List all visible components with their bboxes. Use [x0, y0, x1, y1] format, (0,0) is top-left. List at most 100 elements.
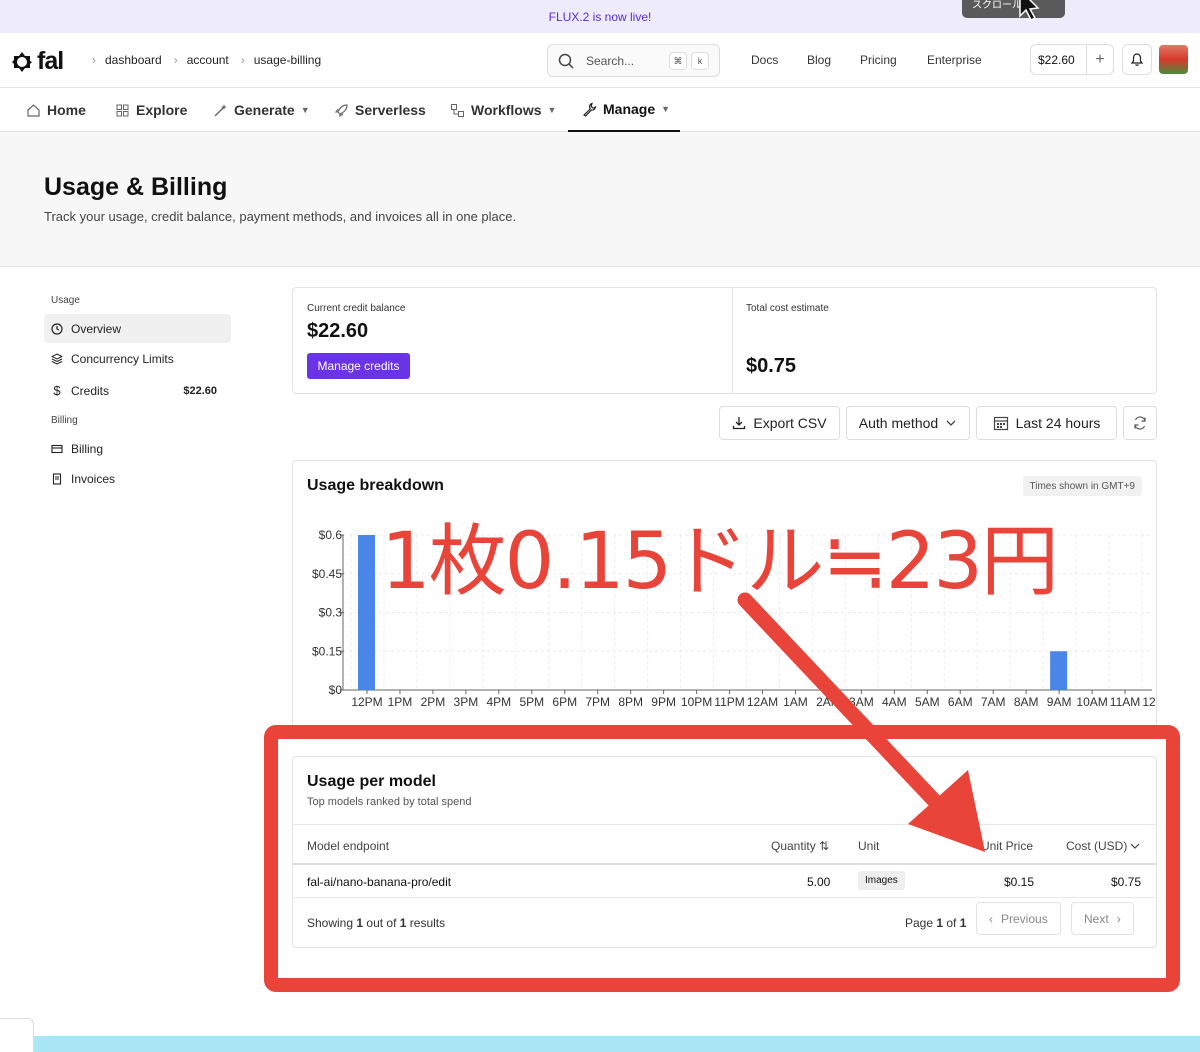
notifications-button[interactable] — [1122, 44, 1152, 75]
grid-icon — [116, 104, 129, 116]
nav-serverless[interactable]: Serverless — [334, 88, 426, 132]
sidebar-item-concurrency-limits[interactable]: Concurrency Limits — [44, 344, 231, 373]
nav-blog[interactable]: Blog — [807, 53, 831, 67]
cost-estimate-label: Total cost estimate — [746, 303, 829, 314]
breadcrumb-usage-billing[interactable]: usage-billing — [254, 53, 321, 67]
kbd-cmd: ⌘ — [669, 52, 687, 70]
credits-value: $22.60 — [183, 384, 217, 397]
page-subtitle: Track your usage, credit balance, paymen… — [44, 209, 517, 224]
x-tick-label: 4PM — [486, 695, 511, 709]
wand-icon — [214, 103, 227, 116]
x-tick-label: 11AM — [1110, 695, 1140, 709]
sidebar-item-credits[interactable]: $ Credits $22.60 — [44, 376, 231, 405]
banner-text[interactable]: FLUX.2 is now live! — [549, 10, 652, 24]
search-placeholder: Search... — [586, 53, 635, 68]
nav-pricing[interactable]: Pricing — [860, 53, 897, 67]
breadcrumb-account[interactable]: account — [187, 53, 229, 67]
bell-icon — [1131, 53, 1143, 66]
breadcrumb-dashboard[interactable]: dashboard — [105, 53, 162, 67]
search-input[interactable]: Search... ⌘ k — [547, 44, 720, 77]
x-tick-label: 11PM — [714, 695, 744, 709]
credit-summary-card: Current credit balance $22.60 Manage cre… — [292, 287, 1157, 394]
chevron-down-icon: ▼ — [547, 105, 557, 115]
layers-icon — [51, 352, 63, 365]
main-nav: Home Explore Generate ▼ Serverless Workf… — [0, 88, 1200, 132]
sidebar-item-invoices[interactable]: Invoices — [44, 464, 231, 493]
export-csv-button[interactable]: Export CSV — [719, 406, 840, 440]
x-tick-label: 8PM — [618, 695, 643, 709]
nav-manage[interactable]: Manage ▼ — [568, 88, 680, 132]
x-tick-label: 9AM — [1047, 695, 1072, 709]
y-tick-label: $0.3 — [319, 606, 343, 620]
x-tick-label: 8AM — [1014, 695, 1039, 709]
x-tick-label: 10PM — [681, 695, 712, 709]
page-title: Usage & Billing — [44, 173, 228, 201]
sidebar-group-usage: Usage — [51, 295, 80, 306]
calendar-icon — [993, 416, 1008, 431]
x-tick-label: 5AM — [915, 695, 940, 709]
breadcrumb: › dashboard › account › usage-billing — [92, 53, 333, 67]
credit-balance-value: $22.60 — [307, 320, 369, 342]
timezone-badge: Times shown in GMT+9 — [1022, 476, 1142, 496]
sidebar-item-billing[interactable]: Billing — [44, 434, 231, 463]
x-tick-label: 2AM — [816, 695, 841, 709]
price-annotation: 1枚0.15ドル≒23円 — [381, 517, 1059, 607]
x-tick-label: 12PM — [351, 695, 382, 709]
manage-credits-button[interactable]: Manage credits — [307, 353, 410, 379]
clock-icon — [51, 322, 63, 335]
x-tick-label: 2PM — [421, 695, 446, 709]
x-tick-label: 6AM — [948, 695, 973, 709]
nav-generate[interactable]: Generate ▼ — [213, 88, 310, 132]
auth-method-select[interactable]: Auth method — [846, 406, 970, 440]
x-tick-label: 12AM — [747, 695, 778, 709]
footer-band — [33, 1036, 1200, 1052]
cursor-icon — [1019, 0, 1040, 22]
x-tick-label: 3AM — [849, 695, 874, 709]
balance-value: $22.60 — [1038, 52, 1075, 67]
workflow-icon — [451, 103, 464, 117]
highlight-box — [264, 725, 1180, 992]
refresh-button[interactable] — [1123, 406, 1157, 440]
nav-workflows[interactable]: Workflows ▼ — [450, 88, 556, 132]
chevron-right-icon: › — [92, 53, 96, 67]
x-tick-label: 7AM — [981, 695, 1006, 709]
credit-balance-button[interactable]: $22.60 + — [1030, 44, 1114, 75]
logo[interactable]: fal — [11, 47, 64, 76]
refresh-icon — [1134, 416, 1146, 430]
nav-home[interactable]: Home — [26, 88, 86, 132]
date-range-select[interactable]: Last 24 hours — [976, 406, 1117, 440]
sidebar-item-overview[interactable]: Overview — [44, 314, 231, 343]
nav-explore[interactable]: Explore — [115, 88, 187, 132]
dollar-icon: $ — [53, 383, 61, 398]
cost-estimate-value: $0.75 — [746, 355, 797, 377]
y-tick-label: $0.15 — [312, 644, 342, 658]
x-tick-label: 1PM — [388, 695, 413, 709]
logo-text: fal — [37, 47, 64, 75]
plus-icon[interactable]: + — [1086, 45, 1113, 74]
avatar[interactable] — [1159, 45, 1188, 74]
floating-widget[interactable] — [0, 1018, 34, 1052]
card-icon — [51, 444, 63, 453]
x-tick-label: 1AM — [783, 695, 808, 709]
chevron-down-icon: ▼ — [300, 105, 310, 115]
kbd-k: k — [691, 52, 709, 70]
fal-logo-icon — [12, 51, 32, 72]
receipt-icon — [52, 472, 62, 485]
home-icon — [27, 103, 40, 117]
search-icon — [558, 53, 574, 69]
nav-enterprise[interactable]: Enterprise — [927, 53, 982, 67]
x-tick-label: 7PM — [585, 695, 610, 709]
nav-docs[interactable]: Docs — [751, 53, 778, 67]
x-tick-label: 3PM — [454, 695, 479, 709]
chevron-down-icon: ▼ — [661, 104, 671, 114]
x-tick-label: 6PM — [552, 695, 577, 709]
divider — [732, 288, 733, 393]
chart-title: Usage breakdown — [307, 477, 444, 494]
chevron-right-icon: › — [240, 53, 245, 67]
chevron-right-icon: › — [173, 53, 178, 67]
download-icon — [733, 417, 746, 430]
bar — [1050, 651, 1068, 690]
wrench-icon — [583, 102, 597, 117]
page-header: Usage & Billing Track your usage, credit… — [0, 132, 1200, 267]
sidebar-group-billing: Billing — [51, 415, 78, 426]
